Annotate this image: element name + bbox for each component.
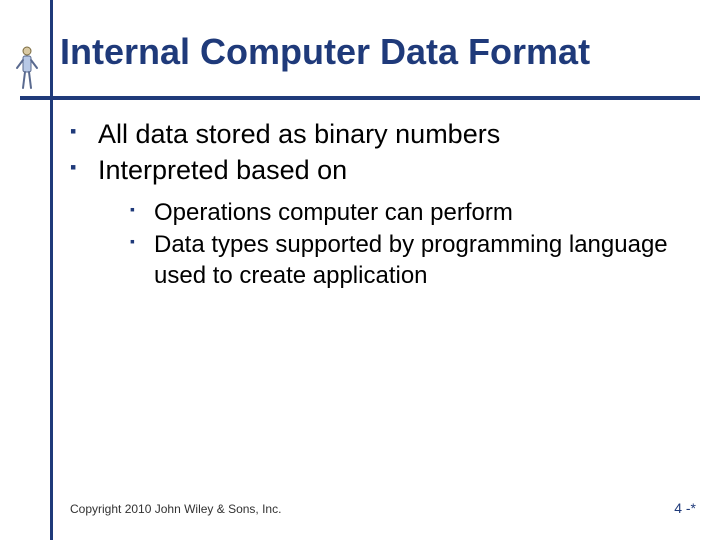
slide: Internal Computer Data Format All data s… (0, 0, 720, 540)
list-item: Interpreted based on Operations computer… (70, 154, 680, 292)
footer-page-number: 4 -* (674, 500, 696, 516)
vertical-rule (50, 0, 53, 540)
slide-title: Internal Computer Data Format (60, 32, 700, 72)
bullet-text: Data types supported by programming lang… (154, 231, 668, 289)
bullet-text: Interpreted based on (98, 155, 347, 185)
horizontal-rule (20, 96, 700, 100)
bullet-text: All data stored as binary numbers (98, 119, 500, 149)
decorative-figure-icon (12, 44, 42, 92)
footer-copyright: Copyright 2010 John Wiley & Sons, Inc. (70, 502, 281, 516)
list-item: Data types supported by programming lang… (130, 230, 680, 291)
slide-content: All data stored as binary numbers Interp… (70, 118, 680, 294)
bullet-list-level1: All data stored as binary numbers Interp… (70, 118, 680, 292)
bullet-text: Operations computer can perform (154, 199, 513, 226)
list-item: All data stored as binary numbers (70, 118, 680, 152)
list-item: Operations computer can perform (130, 198, 680, 229)
bullet-list-level2: Operations computer can perform Data typ… (98, 198, 680, 292)
